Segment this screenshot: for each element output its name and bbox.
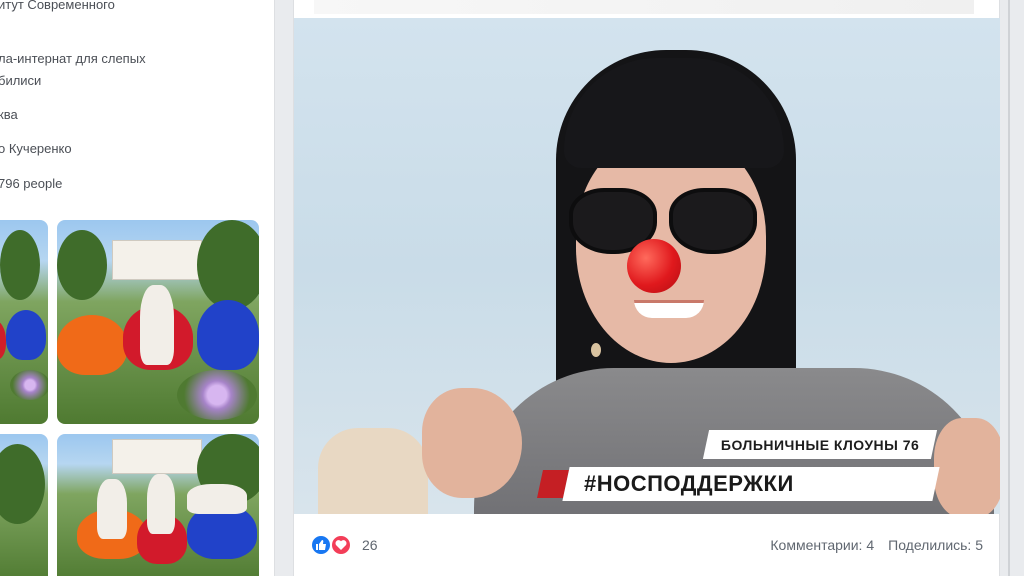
thumbs-up-icon [310, 534, 332, 556]
engagement-counts: Комментарии: 4 Поделились: 5 [770, 537, 983, 553]
photo-thumbnail[interactable] [0, 434, 48, 576]
reaction-count: 26 [362, 537, 378, 553]
reactions-summary[interactable]: 26 [310, 533, 378, 557]
sidebar-info-row[interactable]: билиси [0, 72, 41, 90]
left-sidebar: итут Современного ла-интернат для слепых… [0, 0, 275, 576]
photo-thumbnail[interactable] [57, 434, 259, 576]
photo-thumbnail[interactable] [57, 220, 259, 424]
tv-caption-small: БОЛЬНИЧНЫЕ КЛОУНЫ 76 [702, 430, 938, 459]
sidebar-info-row[interactable]: итут Современного [0, 0, 115, 14]
right-gutter [1000, 0, 1024, 576]
hashtag-text: #НОСПОДДЕРЖКИ [584, 471, 794, 496]
caption-text: БОЛЬНИЧНЫЕ КЛОУНЫ 76 [720, 436, 920, 453]
shares-count-link[interactable]: Поделились: 5 [888, 537, 983, 553]
sidebar-info-row[interactable]: о Кучеренко [0, 140, 72, 158]
scrollbar[interactable] [1008, 0, 1010, 576]
sidebar-info-row[interactable]: 796 people [0, 175, 62, 193]
clown-nose-icon [627, 239, 681, 293]
comments-count-link[interactable]: Комментарии: 4 [770, 537, 874, 553]
tv-caption-hashtag: #НОСПОДДЕРЖКИ [562, 467, 940, 501]
sidebar-info-row[interactable]: ла-интернат для слепых [0, 50, 146, 68]
sidebar-info-row[interactable]: ква [0, 106, 18, 124]
post-text-line [314, 0, 974, 14]
photo-thumbnail[interactable] [0, 220, 48, 424]
heart-icon [330, 534, 352, 556]
